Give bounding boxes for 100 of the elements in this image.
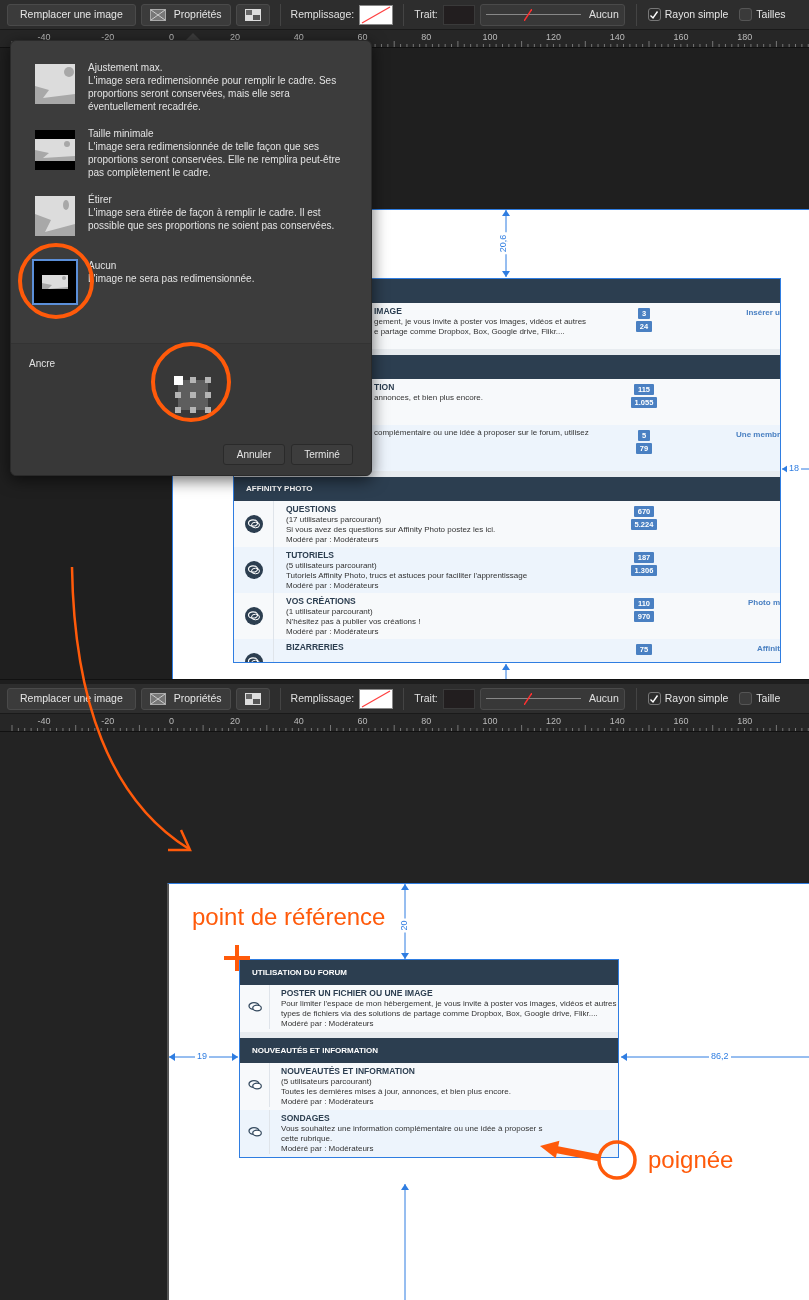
ruler-label: 120 [546,31,562,44]
stroke-width-slider[interactable]: Aucun [479,687,625,710]
stroke-swatch[interactable] [442,688,475,709]
forum-description: Tutoriels Affinity Photo, trucs et astuces pour faciliter l'apprentissage [286,571,529,581]
forum-title[interactable]: TION [374,382,614,393]
ruler-label: -40 [37,31,51,44]
layout-icon [244,8,261,21]
frame-icon [149,8,166,21]
ruler-label: 0 [168,31,174,44]
scale-option-thumbnail[interactable] [32,193,78,239]
forum-description: (17 utilisateurs parcourant) [286,515,383,525]
dialog-button[interactable]: Annuler [223,444,285,465]
chat-icon [244,561,263,579]
scale-option-thumbnail[interactable] [32,61,78,107]
forum-description: Modéré par : Modérateurs [281,1097,375,1107]
ruler-label: -20 [101,715,115,728]
last-post-link[interactable]: Photo m [748,597,780,639]
dimension-label: 20,6 [498,232,510,255]
forum-description: (5 utilisateurs parcourant) [281,1077,373,1087]
chat-icon [244,515,263,533]
slider-thumb[interactable] [524,8,533,21]
forum-description: (5 utilisateurs parcourant) [286,561,378,571]
checkbox[interactable] [739,8,753,21]
option-title: Étirer [88,193,113,206]
ruler-label: 160 [673,715,689,728]
dimension-label: 19 [195,1051,209,1062]
forum-description: Modéré par : Modérateurs [281,1019,375,1029]
fill-swatch[interactable] [359,688,394,709]
forum-description: Modéré par : Modérateurs [286,535,380,545]
forum-title[interactable]: SONDAGES [281,1113,618,1124]
section-header: NOUVEAUTÉS ET INFORMATION [240,1038,618,1063]
ruler-label: 80 [421,715,432,728]
slider-thumb[interactable] [524,692,533,705]
ruler-label: 60 [357,715,368,728]
option-description: L'image sera redimensionnée pour remplir le cadre. Ses proportions seront conservées, mais elle sera éventuellement recadrée. [88,74,338,113]
ruler-label: 180 [737,31,753,44]
forum-title[interactable]: NOUVEAUTÉS ET INFORMATION [281,1066,618,1077]
checkbox[interactable] [647,692,661,705]
scale-option-thumbnail[interactable] [32,259,78,305]
forum-title[interactable]: POSTER UN FICHIER OU UNE IMAGE [281,988,618,999]
option-description: L'image sera redimensionnée de telle façon que ses proportions seront conservées. Elle ne remplira peut-être pas complètement le cadre. [88,140,342,179]
chat-icon [247,1127,262,1137]
ruler-label: 120 [546,715,562,728]
properties-button[interactable]: Propriétés [140,687,231,710]
ruler-label: 80 [421,31,432,44]
option-title: Ajustement max. [88,61,164,74]
option-description: L'image sera étirée de façon à remplir le cadre. Il est possible que ses proportions ne soient pas conservées. [88,206,336,232]
last-post-link[interactable]: Insérer u [746,307,780,349]
properties-button[interactable]: Propriétés [140,3,231,26]
forum-description: types de fichiers via des solutions de partage comme Dropbox, Box, Google drive, Flikr.... [281,1009,599,1019]
dimension-label: 18 [787,463,801,474]
ruler-label: 60 [357,31,368,44]
checkbox-label: Taille [756,690,781,706]
ruler-label: 0 [168,715,174,728]
chat-icon [244,607,263,625]
dimension-label: 86,2 [709,1051,731,1062]
section-header: AFFINITY PHOTO [234,477,780,501]
forum-title[interactable]: TUTORIELS [286,550,614,561]
forum-title[interactable]: VOS CRÉATIONS [286,596,614,607]
forum-description: complémentaire ou une idée à proposer sur le forum, utilisez [374,428,590,438]
pointer-arrow [540,1140,601,1162]
checkbox-label: Tailles [756,6,786,22]
ruler-label: 140 [609,31,625,44]
last-post-link[interactable]: Une membr [736,429,780,471]
ruler-label: 20 [230,31,241,44]
annotation-label: poignée [648,1146,734,1174]
forum-description: Si vous avez des questions sur Affinity Photo postez les ici. [286,525,497,535]
fill-label: Remplissage: [290,6,355,22]
ruler-label: 20 [230,715,241,728]
frame-icon [149,692,166,705]
stroke-swatch[interactable] [442,4,475,25]
ruler-label: -20 [101,31,115,44]
fill-label: Remplissage: [290,690,355,706]
forum-description: Modéré par : Modérateurs [286,581,380,591]
forum-description: Toutes les dernières mises à jour, annonces, et bien plus encore. [281,1087,512,1097]
stroke-label: Trait: [414,6,438,22]
forum-title[interactable]: BIZARRERIES [286,642,614,653]
layout-button[interactable] [235,3,270,26]
checkbox[interactable] [739,692,753,705]
scale-option-thumbnail[interactable] [32,127,78,173]
section-header: UTILISATION DU FORUM [240,960,618,985]
replace-image-button[interactable]: Remplacer une image [7,3,136,26]
ruler-label: 180 [737,715,753,728]
stroke-width-slider[interactable]: Aucun [479,3,625,26]
fill-swatch[interactable] [359,4,394,25]
anchor-point[interactable] [173,375,183,385]
forum-description: e partage comme Dropbox, Box, Google drive, Flikr.... [374,327,566,337]
ruler-label: 40 [293,715,304,728]
last-post-link[interactable]: Affinit [756,643,780,662]
forum-description: annonces, et bien plus encore. [374,393,484,403]
forum-title[interactable]: QUESTIONS [286,504,614,515]
ruler-label: 160 [673,31,689,44]
anchor-label: Ancre [29,357,57,371]
checkbox[interactable] [647,8,661,21]
forum-title[interactable]: IMAGE [374,306,614,317]
ruler-label: -40 [37,715,51,728]
forum-description: Vous souhaitez une information complémentaire ou une idée à proposer s [281,1124,544,1134]
dialog-button[interactable]: Terminé [291,444,353,465]
chat-icon [247,1080,262,1090]
layout-button[interactable] [235,687,270,710]
